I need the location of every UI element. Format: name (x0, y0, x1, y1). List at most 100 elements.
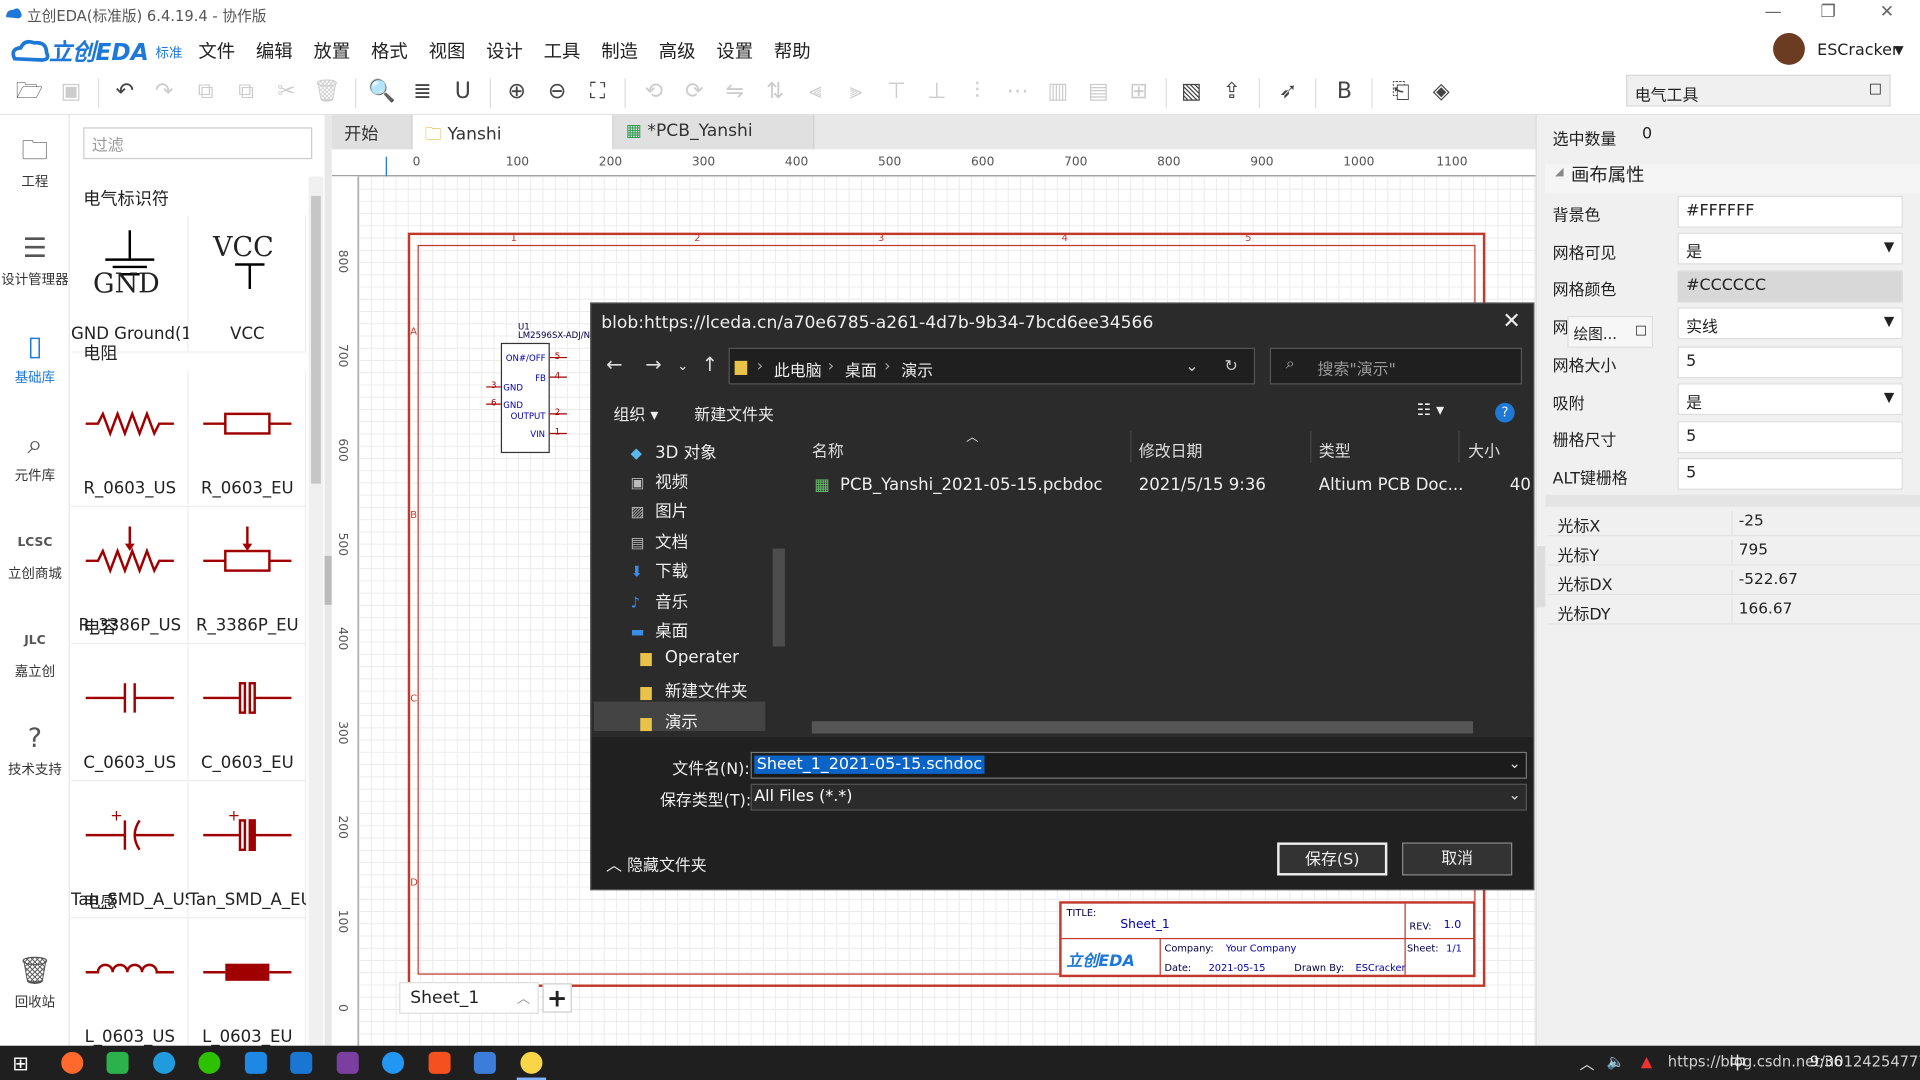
undo-icon[interactable]: ↶ (110, 77, 139, 106)
flip-horizontal-icon[interactable]: ⇋ (720, 77, 749, 106)
lib-item-tan-eu[interactable]: + Tan_SMD_A_EU (188, 781, 307, 919)
distribute-v-icon[interactable]: ▤ (1084, 77, 1113, 106)
column-type[interactable]: 类型 (1319, 438, 1351, 461)
up-arrow-icon[interactable]: ↑ (702, 353, 718, 376)
lceda-app-icon[interactable] (473, 1051, 496, 1074)
library-filter-input[interactable]: 过滤 (83, 127, 313, 160)
save-icon[interactable]: ▣ (56, 77, 85, 106)
alt-snap-input[interactable]: 5 (1677, 457, 1903, 490)
breadcrumb-item[interactable]: 演示 (901, 358, 933, 380)
wechat-icon[interactable] (198, 1051, 221, 1074)
find-replace-icon[interactable]: ≣ (408, 77, 437, 106)
maximize-icon[interactable]: ☐ (1869, 81, 1882, 98)
tree-item[interactable]: ▣ 视频 (631, 468, 689, 493)
tree-item[interactable]: ▨ 图片 (631, 497, 689, 522)
column-separator[interactable] (1458, 431, 1460, 463)
column-separator[interactable] (1310, 431, 1312, 463)
paste-icon[interactable]: ⧉ (231, 77, 260, 106)
rail-support[interactable]: ? 技术支持 (0, 722, 70, 778)
user-menu-caret-icon[interactable]: ▼ (1894, 44, 1903, 57)
ime-indicator[interactable]: 中 (1729, 1051, 1746, 1075)
organize-button[interactable]: 组织 ▾ (613, 402, 658, 425)
maximize-icon[interactable]: ☐ (1635, 323, 1647, 339)
rail-design-manager[interactable]: ☰ 设计管理器 (0, 233, 70, 289)
grid-visible-select[interactable]: 是 ▼ (1677, 232, 1903, 265)
convert-pcb-icon[interactable]: ⇪ (1217, 77, 1246, 106)
add-sheet-button[interactable]: + (542, 983, 572, 1013)
draw-popup[interactable]: 绘图... ☐ (1567, 315, 1654, 348)
edge-icon[interactable] (153, 1051, 176, 1074)
volume-icon[interactable]: 🔈 (1607, 1053, 1625, 1070)
filename-input[interactable]: Sheet_1_2021-05-15.schdoc ⌄ (750, 751, 1527, 779)
tab-pcb-yanshi[interactable]: ▦ *PCB_Yanshi (613, 115, 815, 150)
bg-color-input[interactable]: #FFFFFF (1677, 195, 1903, 228)
align-grid-icon[interactable]: ⊞ (1124, 77, 1153, 106)
app-icon[interactable] (244, 1051, 267, 1074)
dialog-close-icon[interactable]: ✕ (1502, 309, 1520, 335)
tab-start[interactable]: 开始 (331, 115, 413, 150)
menu-settings[interactable]: 设置 (716, 38, 753, 64)
app-icon[interactable] (61, 1051, 84, 1074)
lib-item-r-eu[interactable]: R_0603_EU (188, 369, 307, 507)
grid-color-input[interactable]: #CCCCCC (1677, 270, 1903, 303)
tree-item[interactable]: ♪ 音乐 (631, 588, 689, 613)
restore-button[interactable]: ❐ (1810, 2, 1847, 22)
tree-item[interactable]: ▆ Operater (640, 648, 739, 668)
app-icon[interactable] (520, 1051, 543, 1074)
tree-item[interactable]: ▆ 新建文件夹 (640, 677, 747, 702)
menu-format[interactable]: 格式 (371, 38, 408, 64)
lib-item-pot-eu[interactable]: R_3386P_EU (188, 506, 307, 645)
dialog-search-input[interactable]: 搜索"演示" ⌕ (1269, 347, 1523, 385)
address-bar[interactable]: ▆ › 此电脑 › 桌面 › 演示 ⌄ ↻ (728, 347, 1256, 385)
view-options-icon[interactable]: ☷ ▾ (1417, 402, 1444, 420)
menu-help[interactable]: 帮助 (774, 38, 811, 64)
zoom-in-icon[interactable]: ⊕ (502, 77, 531, 106)
snap-select[interactable]: 是 ▼ (1677, 383, 1903, 416)
align-center-v-icon[interactable]: ⋯ (1003, 77, 1032, 106)
app-icon[interactable] (106, 1051, 129, 1074)
network-icon[interactable]: ▲ (1641, 1053, 1652, 1070)
rail-lcsc[interactable]: LCSC 立创商城 (0, 527, 70, 583)
title-block[interactable]: TITLE: Sheet_1 REV: 1.0 立创EDA Company: Y… (1059, 901, 1476, 978)
lib-item-gnd[interactable]: GND GND Ground(1) (71, 215, 189, 353)
tree-item[interactable]: ▤ 文档 (631, 528, 689, 553)
column-size[interactable]: 大小 (1468, 438, 1500, 461)
save-button[interactable]: 保存(S) (1277, 842, 1388, 876)
column-date[interactable]: 修改日期 (1139, 438, 1203, 461)
tree-item-selected[interactable]: ▆ 演示 (640, 708, 698, 733)
menu-design[interactable]: 设计 (486, 38, 523, 64)
copy-icon[interactable]: ⧉ (191, 77, 220, 106)
open-icon[interactable]: 🗁 (15, 77, 44, 106)
hide-folders-toggle[interactable]: ︿ 隐藏文件夹 (606, 852, 707, 875)
lib-item-c-eu[interactable]: C_0603_EU (188, 644, 307, 782)
lib-item-c-us[interactable]: C_0603_US (71, 644, 189, 782)
chevron-up-icon[interactable]: ︿ (517, 988, 530, 1008)
cut-icon[interactable]: ✂ (272, 77, 301, 106)
forward-arrow-icon[interactable]: → (645, 353, 661, 376)
file-list-hscroll-thumb[interactable] (811, 721, 1474, 734)
rail-basic-library[interactable]: ▯ 基础库 (0, 331, 70, 387)
menu-view[interactable]: 视图 (429, 38, 466, 64)
app-icon[interactable] (428, 1051, 451, 1074)
help-icon[interactable]: ? (1495, 402, 1515, 423)
menu-advanced[interactable]: 高级 (659, 38, 696, 64)
recent-dropdown-icon[interactable]: ⌄ (677, 358, 688, 374)
user-name[interactable]: ESCracker (1817, 42, 1898, 60)
close-window-button[interactable]: ✕ (1869, 2, 1906, 22)
lib-item-vcc[interactable]: VCC VCC (188, 215, 307, 353)
lib-item-l-eu[interactable]: L_0603_EU (188, 918, 307, 1056)
align-left-icon[interactable]: ⫷ (801, 77, 830, 106)
tree-scroll-thumb[interactable] (772, 548, 785, 647)
align-top-icon[interactable]: ⊤ (882, 77, 911, 106)
menu-file[interactable]: 文件 (198, 38, 235, 64)
rotate-right-icon[interactable]: ⟳ (680, 77, 709, 106)
rail-recycle[interactable]: 🗑 回收站 (0, 955, 70, 1011)
redo-icon[interactable]: ↷ (149, 77, 178, 106)
fit-view-icon[interactable]: ⛶ (583, 77, 612, 106)
part-value[interactable]: LM2596SX-ADJ/N (518, 331, 590, 341)
chevron-down-icon[interactable]: ⌄ (1508, 754, 1520, 771)
collapse-icon[interactable]: ◢ (1555, 167, 1563, 179)
chevron-down-icon[interactable]: ⌄ (1508, 786, 1520, 803)
chevron-down-icon[interactable]: ⌄ (1185, 358, 1198, 376)
rail-component-library[interactable]: ⌕ 元件库 (0, 429, 70, 485)
